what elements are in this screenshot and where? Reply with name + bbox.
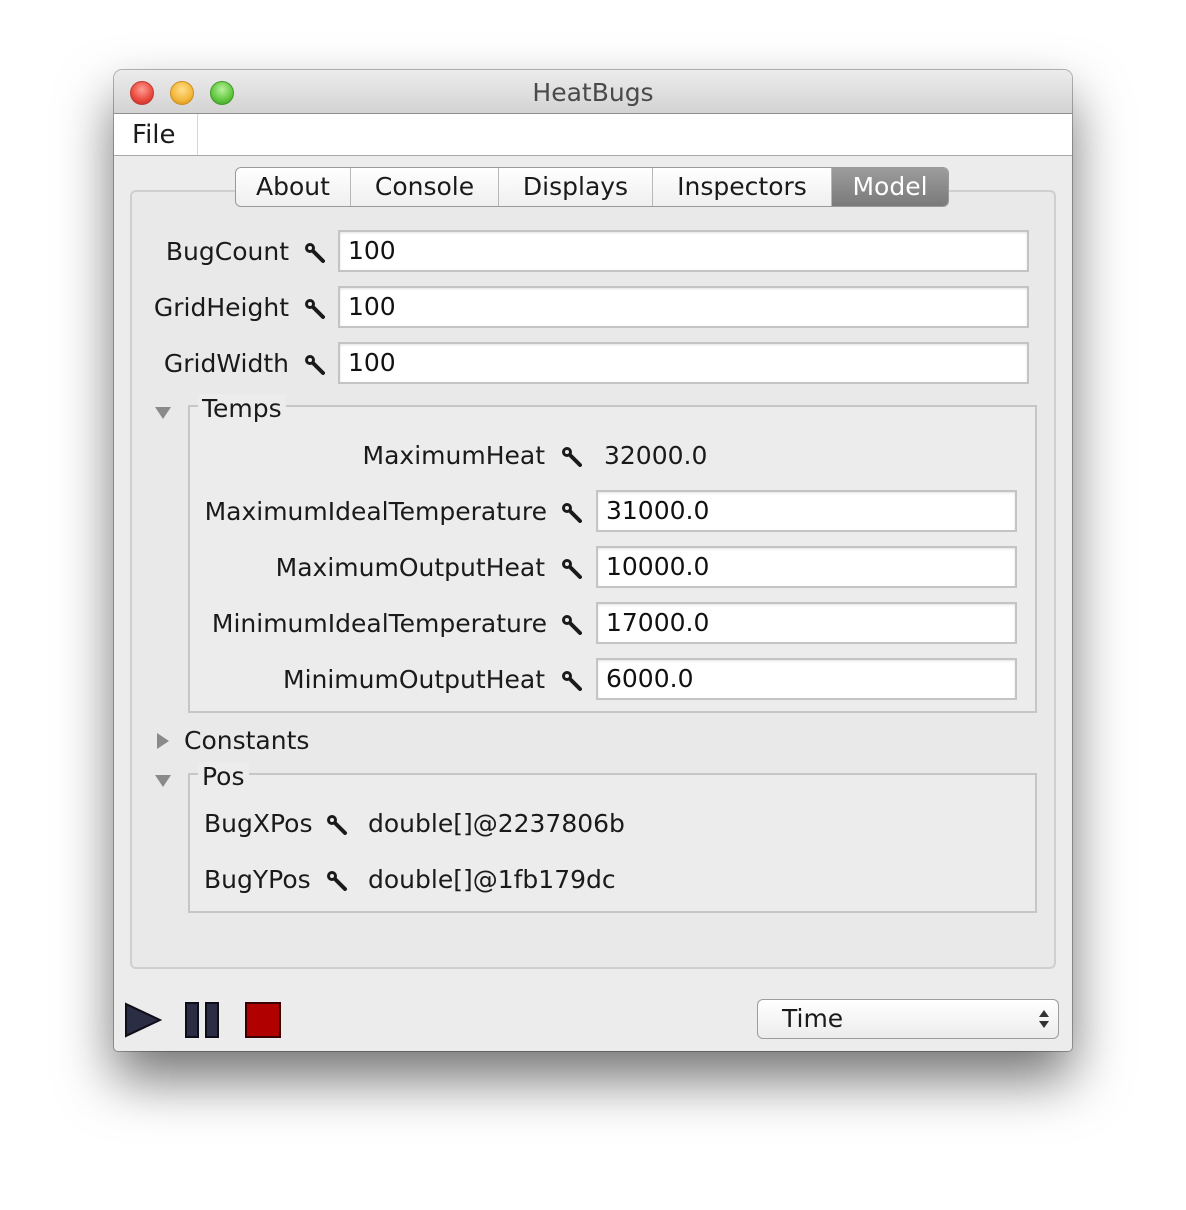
maximumidealtemperature-field[interactable]: 31000.0 bbox=[596, 490, 1017, 532]
tab-model[interactable]: Model bbox=[832, 168, 948, 206]
temps-disclosure-triangle-icon[interactable] bbox=[154, 406, 172, 420]
bugcount-label: BugCount bbox=[165, 237, 289, 266]
tab-about[interactable]: About bbox=[236, 168, 351, 206]
tab-inspectors[interactable]: Inspectors bbox=[653, 168, 832, 206]
constants-disclosure-triangle-icon[interactable] bbox=[156, 732, 170, 750]
wrench-icon[interactable] bbox=[561, 670, 583, 692]
menu-bar: File bbox=[114, 114, 1072, 156]
pos-disclosure-triangle-icon[interactable] bbox=[154, 774, 172, 788]
minimumoutputheat-label: MinimumOutputHeat bbox=[283, 665, 545, 694]
wrench-icon[interactable] bbox=[561, 558, 583, 580]
time-select[interactable]: Time bbox=[757, 999, 1059, 1039]
wrench-icon[interactable] bbox=[561, 614, 583, 636]
tab-displays[interactable]: Displays bbox=[499, 168, 653, 206]
wrench-icon[interactable] bbox=[326, 814, 348, 836]
play-icon[interactable] bbox=[124, 1002, 162, 1038]
tab-bar: About Console Displays Inspectors Model bbox=[235, 167, 949, 207]
temps-group-title: Temps bbox=[198, 394, 286, 424]
select-arrows-icon bbox=[1039, 1010, 1049, 1028]
bugypos-value: double[]@1fb179dc bbox=[368, 865, 616, 894]
window-title: HeatBugs bbox=[532, 78, 654, 107]
wrench-icon[interactable] bbox=[326, 870, 348, 892]
stop-icon[interactable] bbox=[244, 1002, 282, 1038]
heatbugs-window: HeatBugs File About Console Displays Ins… bbox=[114, 70, 1072, 1051]
maximumheat-value: 32000.0 bbox=[604, 441, 708, 470]
wrench-icon[interactable] bbox=[304, 354, 326, 376]
title-bar[interactable]: HeatBugs bbox=[114, 70, 1072, 114]
bugxpos-value: double[]@2237806b bbox=[368, 809, 625, 838]
gridwidth-label: GridWidth bbox=[163, 349, 289, 378]
wrench-icon[interactable] bbox=[561, 502, 583, 524]
pause-icon[interactable] bbox=[184, 1002, 222, 1038]
minimumoutputheat-field[interactable]: 6000.0 bbox=[596, 658, 1017, 700]
pos-group-title: Pos bbox=[198, 762, 249, 792]
wrench-icon[interactable] bbox=[304, 298, 326, 320]
constants-title[interactable]: Constants bbox=[184, 721, 309, 761]
minimumidealtemperature-field[interactable]: 17000.0 bbox=[596, 602, 1017, 644]
maximumidealtemperature-label: MaximumIdealTemperature bbox=[204, 497, 547, 526]
tab-console[interactable]: Console bbox=[351, 168, 499, 206]
bugxpos-label: BugXPos bbox=[204, 809, 313, 838]
gridheight-field[interactable]: 100 bbox=[338, 286, 1029, 328]
wrench-icon[interactable] bbox=[561, 446, 583, 468]
gridwidth-field[interactable]: 100 bbox=[338, 342, 1029, 384]
maximumoutputheat-field[interactable]: 10000.0 bbox=[596, 546, 1017, 588]
wrench-icon[interactable] bbox=[304, 242, 326, 264]
time-select-value: Time bbox=[782, 1004, 844, 1033]
minimumidealtemperature-label: MinimumIdealTemperature bbox=[211, 609, 547, 638]
bugcount-field[interactable]: 100 bbox=[338, 230, 1029, 272]
gridheight-label: GridHeight bbox=[153, 293, 289, 322]
bugypos-label: BugYPos bbox=[204, 865, 311, 894]
menu-file[interactable]: File bbox=[114, 114, 198, 155]
maximumheat-label: MaximumHeat bbox=[362, 441, 545, 470]
maximumoutputheat-label: MaximumOutputHeat bbox=[275, 553, 545, 582]
